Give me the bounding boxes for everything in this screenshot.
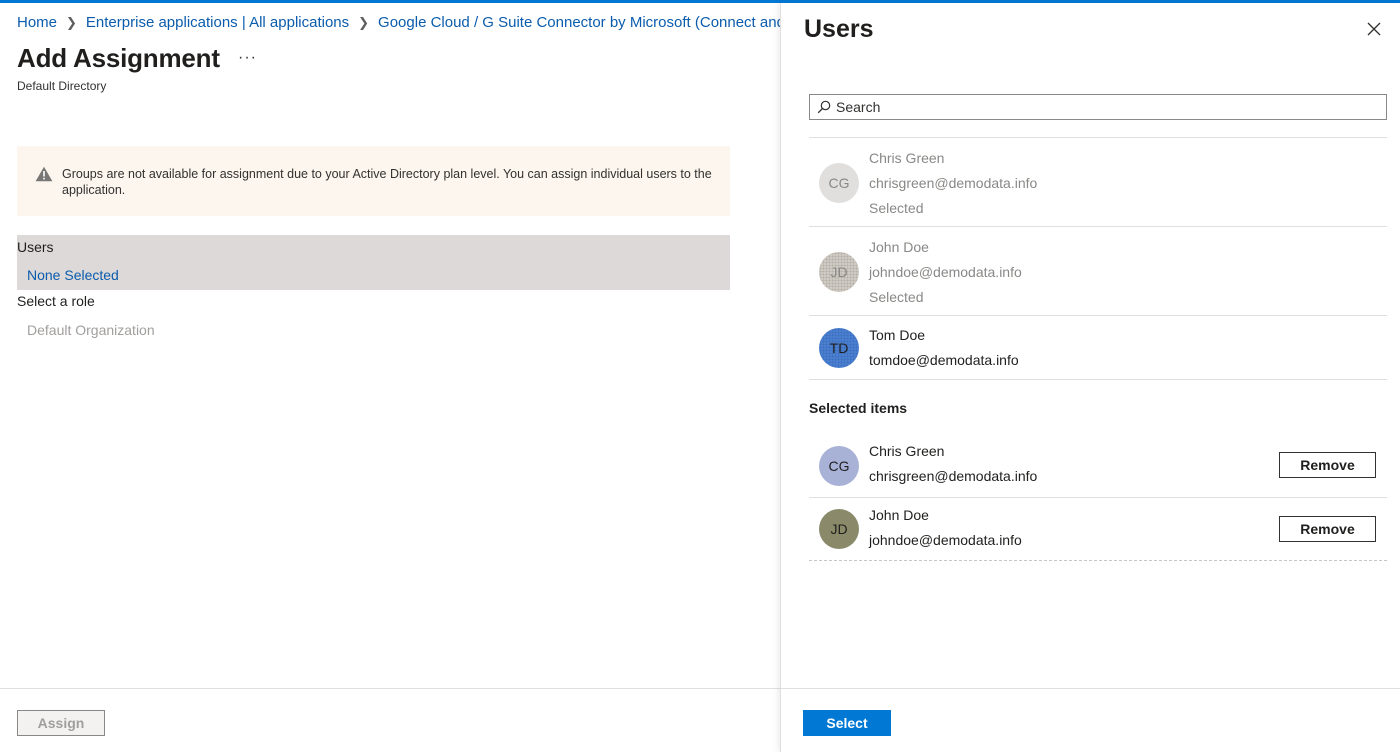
user-result-row[interactable]: JD John Doe johndoe@demodata.info Select… (809, 226, 1387, 315)
user-email: chrisgreen@demodata.info (869, 175, 1038, 191)
user-email: chrisgreen@demodata.info (869, 468, 1038, 484)
warning-banner: Groups are not available for assignment … (17, 146, 730, 216)
remove-button[interactable]: Remove (1279, 516, 1376, 542)
more-options-icon[interactable]: ··· (238, 49, 257, 67)
user-status: Selected (869, 289, 924, 305)
user-result-row[interactable]: CG Chris Green chrisgreen@demodata.info … (809, 137, 1387, 226)
user-status: Selected (869, 200, 924, 216)
chevron-right-icon: ❯ (66, 14, 77, 30)
users-panel: Users CG Chris Green chrisgreen@demodata… (780, 3, 1400, 752)
users-label: Users (17, 239, 54, 255)
user-email: johndoe@demodata.info (869, 264, 1022, 280)
users-none-selected-link[interactable]: None Selected (27, 267, 119, 283)
chevron-right-icon: ❯ (358, 14, 370, 30)
search-input[interactable] (836, 99, 1376, 115)
user-name: John Doe (869, 239, 929, 255)
close-icon[interactable] (1366, 21, 1382, 37)
avatar: JD (819, 252, 859, 292)
users-selector[interactable]: Users None Selected (17, 235, 730, 290)
avatar: JD (819, 509, 859, 549)
user-email: tomdoe@demodata.info (869, 352, 1019, 368)
selected-item: CG Chris Green chrisgreen@demodata.info … (809, 435, 1387, 498)
panel-footer-divider (781, 688, 1400, 689)
user-result-row[interactable]: TD Tom Doe tomdoe@demodata.info (809, 315, 1387, 380)
page-title: Add Assignment (17, 43, 220, 73)
select-button[interactable]: Select (803, 710, 891, 736)
breadcrumb: Home ❯ Enterprise applications | All app… (17, 14, 782, 31)
user-email: johndoe@demodata.info (869, 532, 1022, 548)
role-value: Default Organization (27, 322, 155, 338)
add-assignment-pane: Home ❯ Enterprise applications | All app… (0, 3, 782, 752)
assign-button[interactable]: Assign (17, 710, 105, 736)
panel-title: Users (804, 15, 874, 43)
avatar: TD (819, 328, 859, 368)
footer-divider (0, 688, 780, 689)
page-subtitle: Default Directory (17, 79, 107, 93)
selected-item: JD John Doe johndoe@demodata.info Remove (809, 498, 1387, 561)
user-name: Chris Green (869, 443, 945, 459)
selected-items-heading: Selected items (809, 400, 908, 416)
search-icon (817, 100, 831, 114)
warning-text: Groups are not available for assignment … (62, 167, 712, 197)
warning-icon (35, 166, 53, 182)
avatar: CG (819, 163, 859, 203)
user-name: John Doe (869, 507, 929, 523)
search-box[interactable] (809, 94, 1387, 120)
breadcrumb-enterprise-applications[interactable]: Enterprise applications | All applicatio… (86, 14, 349, 31)
breadcrumb-home[interactable]: Home (17, 14, 57, 31)
remove-button[interactable]: Remove (1279, 452, 1376, 478)
role-label: Select a role (17, 293, 95, 309)
user-name: Tom Doe (869, 327, 926, 343)
user-name: Chris Green (869, 150, 945, 166)
avatar: CG (819, 446, 859, 486)
breadcrumb-app[interactable]: Google Cloud / G Suite Connector by Micr… (378, 14, 782, 31)
